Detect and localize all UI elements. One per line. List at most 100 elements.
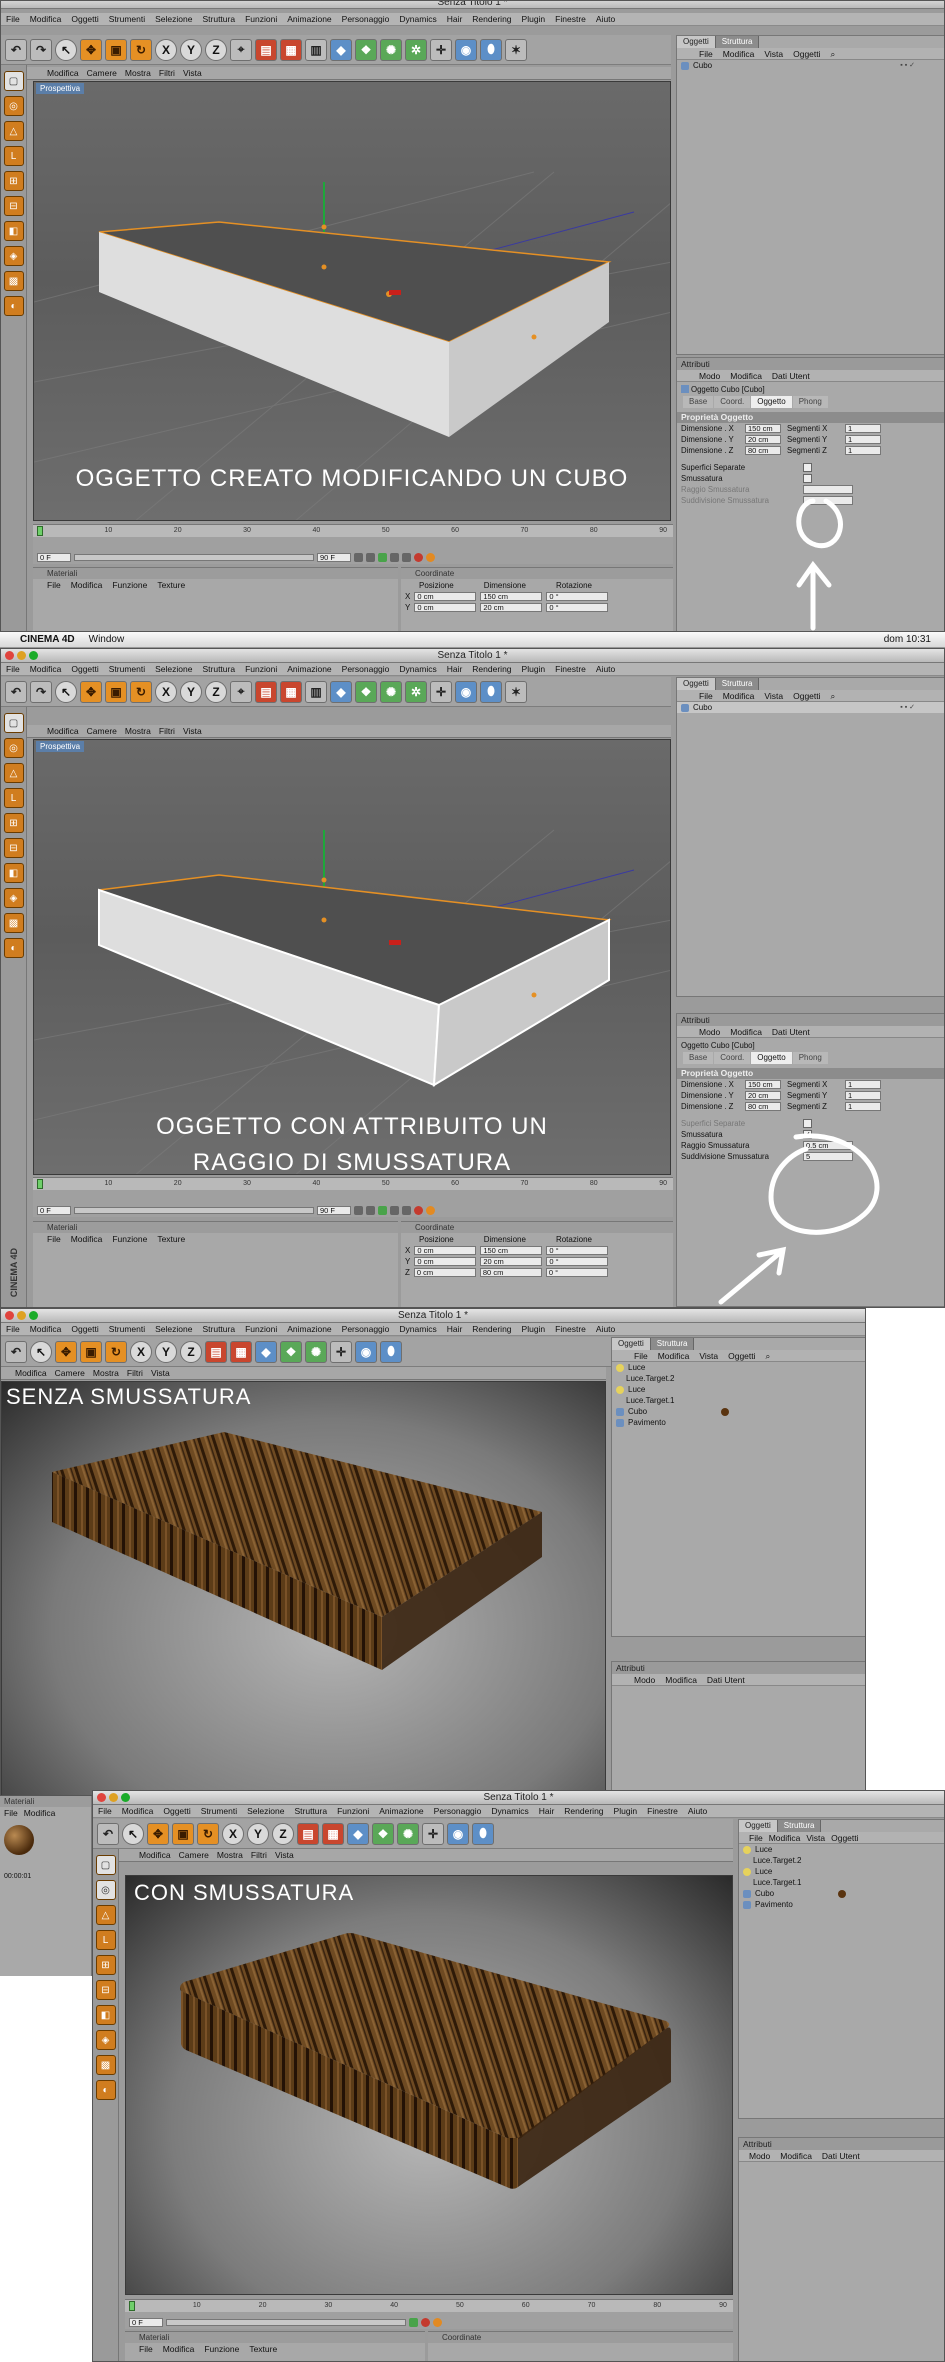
window-menu[interactable]: Window: [89, 632, 125, 647]
menu-aiuto[interactable]: Aiuto: [591, 13, 620, 25]
move-icon[interactable]: ✥: [55, 1340, 77, 1363]
menu-funzioni[interactable]: Funzioni: [240, 13, 282, 25]
next-frame-icon[interactable]: [390, 1205, 399, 1215]
menu-struttura[interactable]: Struttura: [197, 1323, 240, 1335]
menu-animazione[interactable]: Animazione: [282, 1323, 336, 1335]
model-mode-icon[interactable]: ▢: [3, 71, 24, 91]
menu-aiuto[interactable]: Aiuto: [591, 663, 620, 675]
cube-object-icon[interactable]: ◆: [330, 680, 352, 703]
points-mode-icon[interactable]: ⊞: [95, 1955, 116, 1975]
attr-menu-dati[interactable]: Dati Utent: [772, 1026, 810, 1037]
close-button[interactable]: [5, 651, 14, 660]
attr-tab-coord[interactable]: Coord.: [714, 396, 751, 408]
undo-icon[interactable]: ↶: [5, 680, 27, 703]
y-axis-icon[interactable]: Y: [180, 680, 202, 703]
dim-x-field[interactable]: 150 cm: [745, 424, 781, 433]
menu-strumenti[interactable]: Strumenti: [104, 13, 150, 25]
menu-funzioni[interactable]: Funzioni: [332, 1805, 374, 1817]
dim-x-field[interactable]: 150 cm: [745, 1080, 781, 1089]
live-select-icon[interactable]: ↖: [30, 1340, 52, 1363]
material-tag-icon[interactable]: [721, 1407, 730, 1416]
vp-menu-filtri[interactable]: Filtri: [159, 725, 175, 737]
pos-y-field[interactable]: 0 cm: [414, 603, 477, 612]
range-slider[interactable]: [74, 553, 314, 561]
obj-menu-file[interactable]: File: [699, 48, 713, 59]
tweak-mode-icon[interactable]: ◈: [3, 888, 24, 908]
mat-menu-modifica[interactable]: Modifica: [71, 579, 103, 591]
object-row-pavimento[interactable]: Pavimento: [739, 1899, 944, 1910]
obj-menu-oggetti[interactable]: Oggetti: [728, 1350, 755, 1361]
menu-hair[interactable]: Hair: [442, 663, 468, 675]
attr-menu-modo[interactable]: Modo: [749, 2150, 770, 2161]
record-icon[interactable]: [414, 1205, 423, 1215]
end-frame-field[interactable]: 90 F: [317, 552, 351, 562]
tweak-mode-icon[interactable]: ◈: [3, 246, 24, 266]
move-icon[interactable]: ✥: [147, 1822, 169, 1845]
vp-menu-camere[interactable]: Camere: [179, 1849, 209, 1861]
vp-menu-filtri[interactable]: Filtri: [127, 1367, 143, 1379]
checker-mode-icon[interactable]: ▩: [95, 2055, 116, 2075]
start-frame-field[interactable]: 0 F: [37, 552, 71, 562]
mat-menu-modifica[interactable]: Modifica: [71, 1233, 103, 1245]
menu-struttura[interactable]: Struttura: [197, 663, 240, 675]
menu-file[interactable]: File: [1, 13, 25, 25]
vp-menu-filtri[interactable]: Filtri: [159, 67, 175, 79]
mat-menu-funzione[interactable]: Funzione: [204, 2343, 239, 2355]
menu-finestre[interactable]: Finestre: [550, 13, 591, 25]
size-x-field[interactable]: 150 cm: [480, 1246, 543, 1255]
axis-mode-icon[interactable]: L: [3, 788, 24, 808]
dim-z-field[interactable]: 80 cm: [745, 446, 781, 455]
obj-menu-file[interactable]: File: [634, 1350, 648, 1361]
tab-oggetti[interactable]: Oggetti: [612, 1338, 651, 1350]
object-row-cubo[interactable]: Cubo ▪ ▪ ✓: [677, 702, 944, 713]
render-view-icon[interactable]: ▤: [205, 1340, 227, 1363]
seg-z-field[interactable]: 1: [845, 1102, 881, 1111]
live-select-icon[interactable]: ↖: [55, 38, 77, 61]
menu-struttura[interactable]: Struttura: [289, 1805, 332, 1817]
menu-funzioni[interactable]: Funzioni: [240, 663, 282, 675]
array-icon[interactable]: ✺: [397, 1822, 419, 1845]
material-tag-icon[interactable]: [838, 1889, 847, 1898]
menu-selezione[interactable]: Selezione: [150, 663, 197, 675]
render-view-icon[interactable]: ▤: [255, 680, 277, 703]
z-axis-icon[interactable]: Z: [272, 1822, 294, 1845]
object-row-luce[interactable]: Luce: [612, 1362, 865, 1373]
deformer-icon[interactable]: ✲: [405, 38, 427, 61]
attr-menu-modifica[interactable]: Modifica: [730, 370, 762, 381]
zoom-button[interactable]: [29, 651, 38, 660]
mat-menu-file[interactable]: File: [47, 1233, 61, 1245]
search-icon[interactable]: ⌕: [831, 48, 836, 59]
playhead[interactable]: [37, 526, 43, 536]
attr-menu-modo[interactable]: Modo: [634, 1674, 655, 1685]
keyframe-icon[interactable]: [426, 552, 435, 562]
texture-mode-icon[interactable]: △: [3, 121, 24, 141]
move-icon[interactable]: ✥: [80, 680, 102, 703]
scale-icon[interactable]: ▣: [172, 1822, 194, 1845]
z-axis-icon[interactable]: Z: [205, 38, 227, 61]
seg-y-field[interactable]: 1: [845, 1091, 881, 1100]
axis-mode-icon[interactable]: L: [95, 1930, 116, 1950]
object-row-luce-target-1[interactable]: Luce.Target.1: [612, 1395, 865, 1406]
object-mode-icon[interactable]: ◎: [3, 738, 24, 758]
object-mode-icon[interactable]: ◎: [3, 96, 24, 116]
object-row-cubo[interactable]: Cubo: [612, 1406, 865, 1417]
checker-mode-icon[interactable]: ▩: [3, 271, 24, 291]
menu-strumenti[interactable]: Strumenti: [196, 1805, 242, 1817]
polygons-mode-icon[interactable]: ◧: [3, 221, 24, 241]
dim-y-field[interactable]: 20 cm: [745, 435, 781, 444]
checker-mode-icon[interactable]: ▩: [3, 913, 24, 933]
mat-menu-file[interactable]: File: [4, 1807, 18, 1819]
nurbs-icon[interactable]: ❖: [355, 680, 377, 703]
redo-icon[interactable]: ↷: [30, 38, 52, 61]
tab-struttura[interactable]: Struttura: [715, 36, 760, 48]
menu-funzioni[interactable]: Funzioni: [240, 1323, 282, 1335]
menu-strumenti[interactable]: Strumenti: [104, 1323, 150, 1335]
size-y-field[interactable]: 20 cm: [480, 603, 543, 612]
light-icon[interactable]: ⬮: [480, 38, 502, 61]
menu-rendering[interactable]: Rendering: [467, 663, 516, 675]
zoom-button[interactable]: [29, 1311, 38, 1320]
array-icon[interactable]: ✺: [380, 38, 402, 61]
menu-rendering[interactable]: Rendering: [559, 1805, 608, 1817]
polygons-mode-icon[interactable]: ◧: [95, 2005, 116, 2025]
rotate-icon[interactable]: ↻: [197, 1822, 219, 1845]
